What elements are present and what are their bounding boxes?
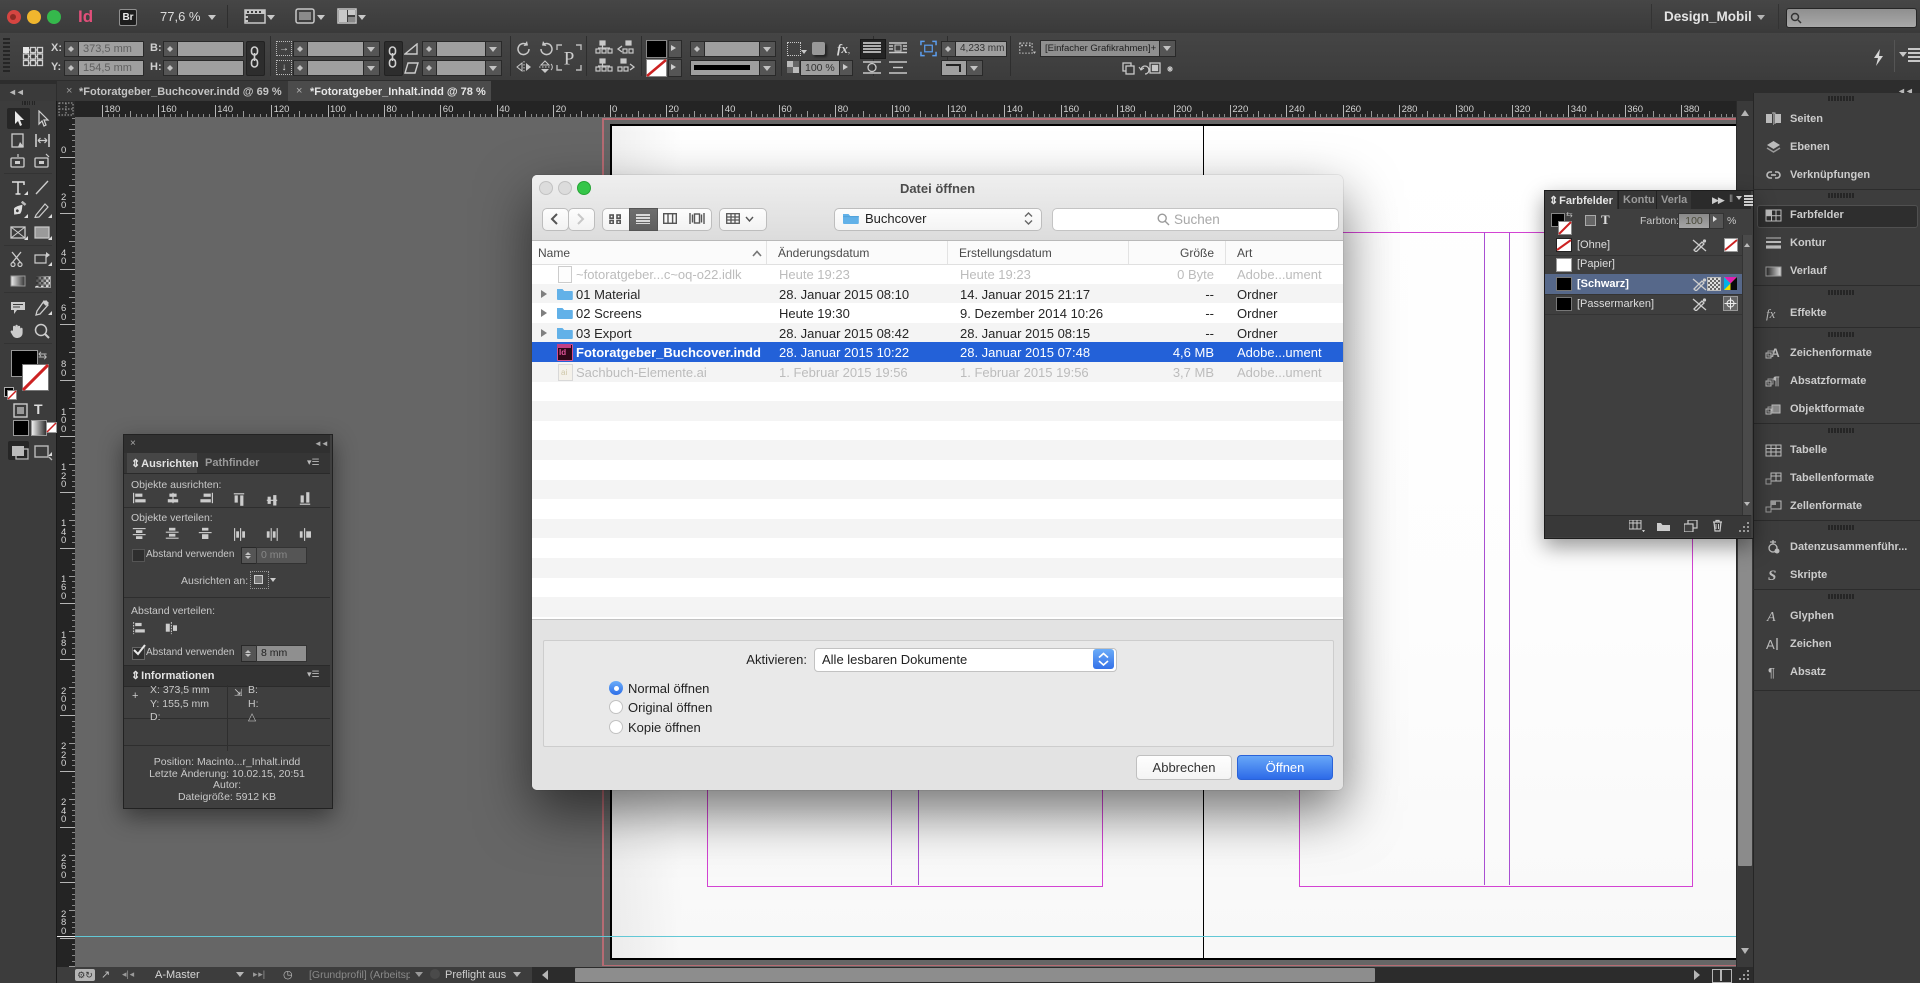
svg-text:A: A — [1766, 610, 1776, 625]
svg-text:A: A — [1766, 637, 1775, 652]
svg-text:P: P — [564, 49, 575, 70]
svg-text:S: S — [1768, 568, 1776, 584]
svg-text:A: A — [1771, 346, 1780, 360]
svg-text:fx: fx — [1766, 306, 1776, 321]
svg-text:¶: ¶ — [1768, 665, 1775, 680]
svg-text:¶: ¶ — [1773, 374, 1780, 388]
